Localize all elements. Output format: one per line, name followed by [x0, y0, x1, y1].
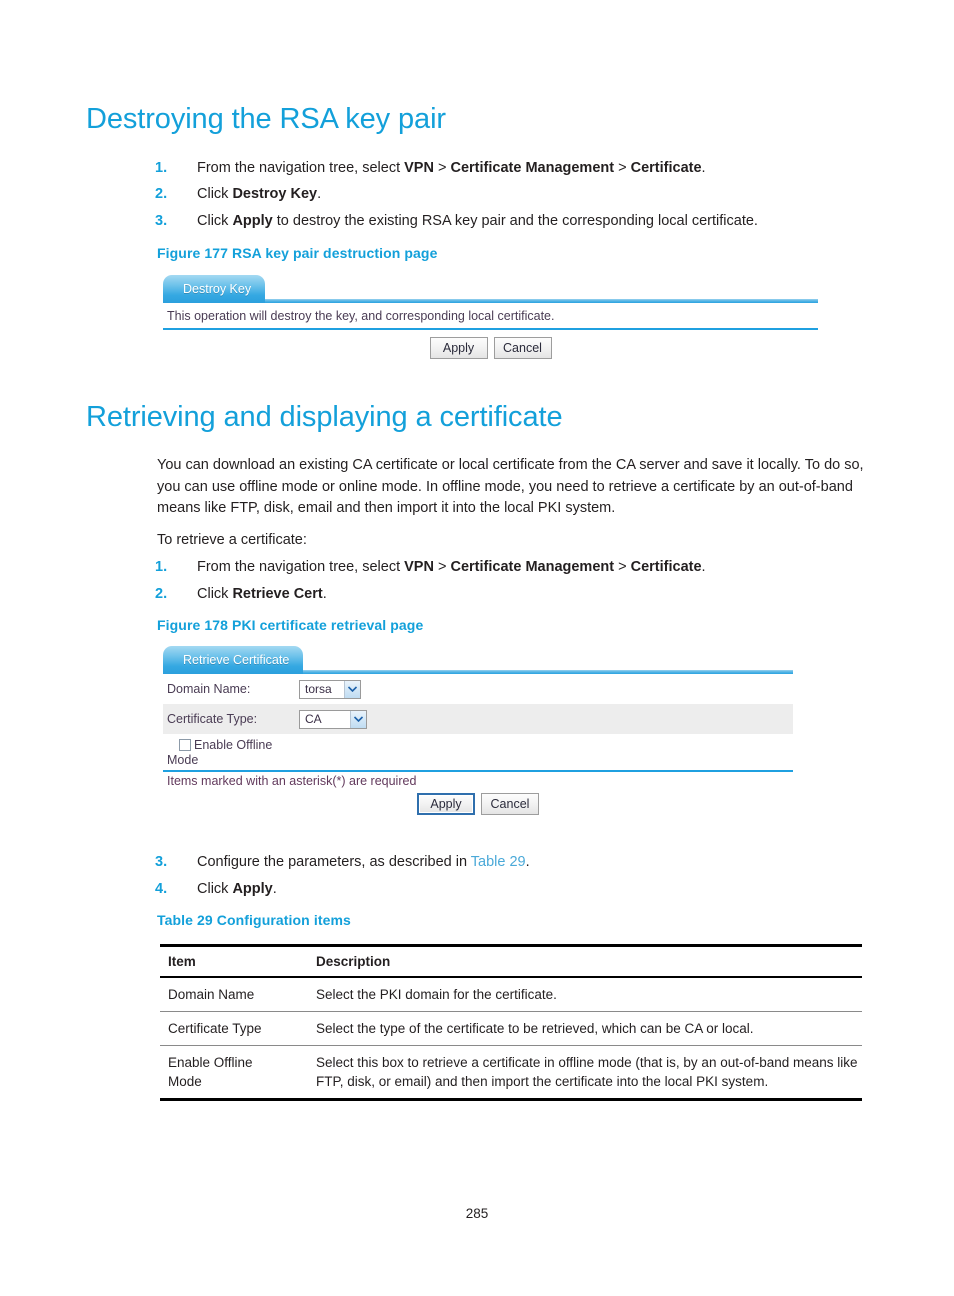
table-29-link[interactable]: Table 29 [471, 854, 526, 870]
figure-178-button-row: Apply Cancel [163, 790, 793, 815]
enable-offline-mode-checkbox[interactable] [179, 739, 191, 751]
configuration-items-table: Item Description Domain Name Select the … [160, 944, 862, 1101]
cell-description: Select the type of the certificate to be… [308, 1011, 862, 1046]
chevron-down-icon[interactable] [344, 680, 360, 698]
step-number: 3. [155, 213, 168, 229]
certificate-type-label: Certificate Type: [167, 712, 258, 726]
column-header-description: Description [308, 944, 862, 978]
domain-name-label: Domain Name: [167, 682, 251, 696]
figure-caption-177: Figure 177 RSA key pair destruction page [157, 245, 438, 261]
cell-item-line2: Mode [168, 1074, 202, 1089]
cell-item: Enable Offline Mode [160, 1045, 308, 1101]
cancel-button[interactable]: Cancel [493, 337, 552, 359]
step-text: From the navigation tree, select VPN > C… [197, 160, 706, 176]
table-row: Domain Name Select the PKI domain for th… [160, 977, 862, 1012]
step-retrieve-3: 3. Configure the parameters, as describe… [155, 852, 915, 872]
step-number: 3. [155, 854, 168, 870]
page-title-destroying-rsa-key-pair: Destroying the RSA key pair [86, 103, 446, 135]
figure-177-rsa-key-destruction-panel: Destroy Key This operation will destroy … [163, 275, 818, 359]
cancel-button[interactable]: Cancel [481, 793, 539, 815]
page-number: 285 [465, 1206, 489, 1221]
certificate-type-value: CA [305, 712, 322, 726]
domain-name-value: torsa [305, 682, 332, 696]
table-row: Enable Offline Mode Select this box to r… [160, 1045, 862, 1101]
cell-description: Select the PKI domain for the certificat… [308, 977, 862, 1012]
required-fields-note: Items marked with an asterisk(*) are req… [167, 774, 417, 788]
figure-178-pki-certificate-retrieval-panel: Retrieve Certificate Domain Name: torsa … [163, 646, 793, 815]
table-row: Certificate Type Select the type of the … [160, 1011, 862, 1046]
form-row-enable-offline-mode: Enable Offline [163, 734, 793, 752]
domain-name-select[interactable]: torsa [299, 679, 361, 699]
table-caption-29: Table 29 Configuration items [157, 912, 351, 928]
document-page: Destroying the RSA key pair 1. From the … [0, 0, 954, 1296]
tab-retrieve-certificate[interactable]: Retrieve Certificate [163, 646, 304, 674]
form-row-domain-name: Domain Name: torsa [163, 674, 793, 704]
step-number: 1. [155, 160, 168, 176]
step-destroy-3: 3. Click Apply to destroy the existing R… [155, 211, 915, 231]
certificate-type-select[interactable]: CA [299, 709, 367, 729]
page-title-retrieving-certificate: Retrieving and displaying a certificate [86, 401, 563, 433]
figure-caption-178: Figure 178 PKI certificate retrieval pag… [157, 617, 424, 633]
step-text: Click Destroy Key. [197, 186, 322, 202]
step-text: Click Retrieve Cert. [197, 586, 327, 602]
step-text: Click Apply to destroy the existing RSA … [197, 213, 758, 229]
tab-destroy-key[interactable]: Destroy Key [163, 275, 266, 303]
step-destroy-1: 1. From the navigation tree, select VPN … [155, 158, 915, 178]
chevron-down-icon[interactable] [350, 710, 366, 728]
intro-paragraph: You can download an existing CA certific… [157, 457, 864, 516]
step-text: From the navigation tree, select VPN > C… [197, 559, 706, 575]
step-retrieve-1: 1. From the navigation tree, select VPN … [155, 557, 915, 577]
form-row-certificate-type: Certificate Type: CA [163, 704, 793, 734]
step-retrieve-2: 2. Click Retrieve Cert. [155, 584, 915, 604]
cell-description: Select this box to retrieve a certificat… [308, 1045, 862, 1101]
apply-button[interactable]: Apply [429, 337, 488, 359]
cell-item-line1: Enable Offline [168, 1055, 253, 1070]
column-header-item: Item [160, 944, 308, 978]
step-retrieve-4: 4. Click Apply. [155, 879, 915, 899]
step-text: Configure the parameters, as described i… [197, 854, 530, 870]
enable-offline-mode-label-line2: Mode [167, 753, 199, 767]
step-number: 2. [155, 586, 168, 602]
step-number: 2. [155, 186, 168, 202]
enable-offline-mode-label: Enable Offline [194, 738, 273, 752]
ui-tab-bar: Retrieve Certificate [163, 646, 793, 674]
step-number: 4. [155, 881, 168, 897]
step-text: Click Apply. [197, 881, 277, 897]
destroy-key-warning-text: This operation will destroy the key, and… [167, 309, 555, 323]
apply-button[interactable]: Apply [417, 793, 475, 815]
table-header-row: Item Description [160, 944, 862, 978]
ui-tab-bar: Destroy Key [163, 275, 818, 303]
step-number: 1. [155, 559, 168, 575]
step-destroy-2: 2. Click Destroy Key. [155, 184, 915, 204]
cell-item: Domain Name [160, 977, 308, 1012]
to-retrieve-paragraph: To retrieve a certificate: [157, 532, 307, 548]
figure-177-button-row: Apply Cancel [163, 330, 818, 359]
cell-item: Certificate Type [160, 1011, 308, 1046]
